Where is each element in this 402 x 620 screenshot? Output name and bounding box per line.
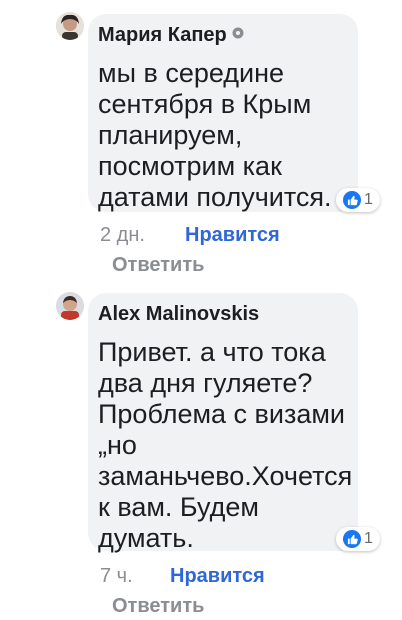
- avatar[interactable]: [56, 12, 84, 40]
- reaction-count: 1: [364, 191, 373, 208]
- gear-icon: [232, 27, 244, 39]
- comment-time[interactable]: 2 дн.: [100, 224, 145, 247]
- like-icon: [343, 530, 362, 548]
- avatar[interactable]: [56, 292, 84, 320]
- avatar-photo: [56, 12, 84, 40]
- comment-bubble: Alex Malinovskis Привет. а что тока два …: [88, 293, 380, 553]
- comment-author[interactable]: Мария Капер: [98, 24, 245, 47]
- avatar-photo: [56, 292, 84, 320]
- like-button[interactable]: Нравится: [170, 565, 265, 588]
- reply-button[interactable]: Ответить: [112, 254, 204, 277]
- reaction-badge[interactable]: 1: [336, 527, 380, 551]
- comment-author[interactable]: Alex Malinovskis: [98, 303, 259, 326]
- reply-button[interactable]: Ответить: [112, 595, 204, 618]
- like-icon: [343, 191, 362, 209]
- comment-time[interactable]: 7 ч.: [100, 565, 133, 588]
- like-button[interactable]: Нравится: [185, 224, 280, 247]
- author-name[interactable]: Alex Malinovskis: [98, 303, 259, 325]
- reaction-count: 1: [364, 530, 373, 547]
- comment-text: Привет. а что тока два дня гуляете? Проб…: [98, 337, 353, 553]
- comment-bubble: Мария Капер мы в середине сентября в Кры…: [88, 14, 380, 212]
- author-name[interactable]: Мария Капер: [98, 24, 227, 46]
- comment-text: мы в середине сентября в Крым планируем,…: [98, 58, 332, 212]
- reaction-badge[interactable]: 1: [336, 188, 380, 212]
